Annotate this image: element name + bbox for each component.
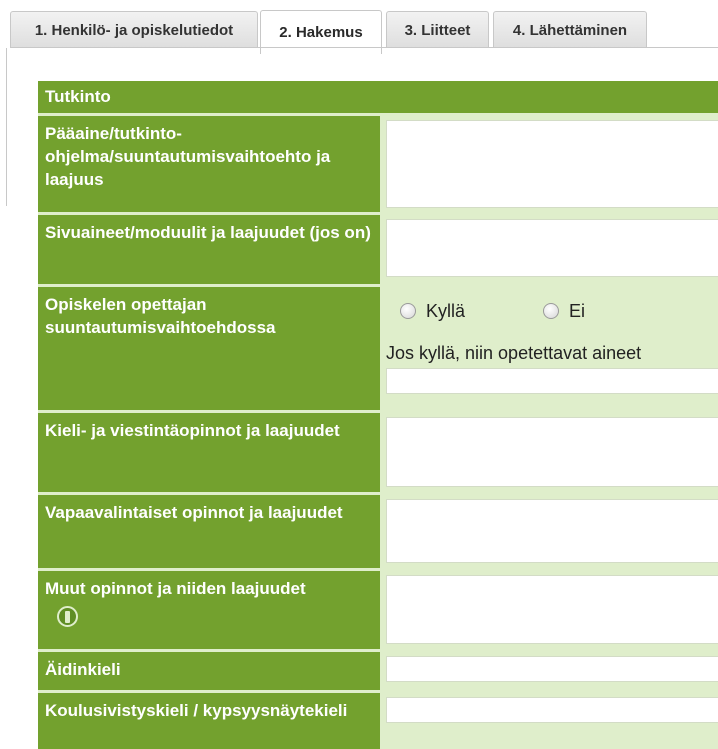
form-row-school-language: Koulusivistyskieli / kypsyysnäytekieli (38, 690, 718, 749)
degree-form: Tutkinto Pääaine/tutkinto-ohjelma/suunta… (38, 81, 718, 749)
teacher-subjects-label: Jos kyllä, niin opetettavat aineet (386, 343, 642, 363)
languages-textarea[interactable] (386, 417, 718, 487)
field-cell-mother-tongue (380, 652, 718, 690)
field-label-minors: Sivuaineet/moduulit ja laajuudet (jos on… (38, 215, 380, 284)
radio-yes[interactable] (400, 303, 416, 319)
form-row-major: Pääaine/tutkinto-ohjelma/suuntautumisvai… (38, 113, 718, 212)
field-cell-elective (380, 495, 718, 568)
field-cell-other (380, 571, 718, 649)
teacher-subjects-input[interactable] (386, 368, 718, 394)
form-row-mother-tongue: Äidinkieli (38, 649, 718, 690)
field-cell-major (380, 116, 718, 212)
field-label-mother-tongue: Äidinkieli (38, 652, 380, 690)
field-label-school-language: Koulusivistyskieli / kypsyysnäytekieli (38, 693, 380, 749)
radio-yes-label: Kyllä (426, 300, 466, 321)
form-row-elective: Vapaavalintaiset opinnot ja laajuudet (38, 492, 718, 568)
field-label-teacher: Opiskelen opettajan suuntautumisvaihtoeh… (38, 287, 380, 410)
field-cell-languages (380, 413, 718, 492)
form-row-minors: Sivuaineet/moduulit ja laajuudet (jos on… (38, 212, 718, 284)
other-textarea[interactable] (386, 575, 718, 644)
form-row-teacher: Opiskelen opettajan suuntautumisvaihtoeh… (38, 284, 718, 410)
tab-divider (10, 47, 718, 48)
other-label-text: Muut opinnot ja niiden laajuudet (45, 579, 306, 598)
info-icon[interactable] (57, 606, 78, 627)
section-title: Tutkinto (38, 81, 718, 113)
school-language-input[interactable] (386, 697, 718, 723)
radio-no[interactable] (543, 303, 560, 319)
field-cell-school-language (380, 693, 718, 749)
form-row-other: Muut opinnot ja niiden laajuudet (38, 568, 718, 649)
field-label-languages: Kieli- ja viestintäopinnot ja laajuudet (38, 413, 380, 492)
field-label-other: Muut opinnot ja niiden laajuudet (38, 571, 380, 649)
field-cell-teacher: Kyllä Ei Jos kyllä, niin opetettavat ain… (380, 287, 718, 410)
field-label-elective: Vapaavalintaiset opinnot ja laajuudet (38, 495, 380, 568)
form-row-languages: Kieli- ja viestintäopinnot ja laajuudet (38, 410, 718, 492)
field-cell-minors (380, 215, 718, 284)
major-textarea[interactable] (386, 120, 718, 208)
teacher-radio-group: Kyllä Ei (386, 291, 718, 331)
tab-submit[interactable]: 4. Lähettäminen (493, 11, 647, 48)
field-label-major: Pääaine/tutkinto-ohjelma/suuntautumisvai… (38, 116, 380, 212)
elective-textarea[interactable] (386, 499, 718, 563)
tab-personal-info[interactable]: 1. Henkilö- ja opiskelutiedot (10, 11, 258, 48)
mother-tongue-input[interactable] (386, 656, 718, 682)
minors-textarea[interactable] (386, 219, 718, 277)
panel-border (6, 48, 7, 206)
radio-no-label: Ei (569, 300, 586, 321)
tab-attachments[interactable]: 3. Liitteet (386, 11, 489, 48)
